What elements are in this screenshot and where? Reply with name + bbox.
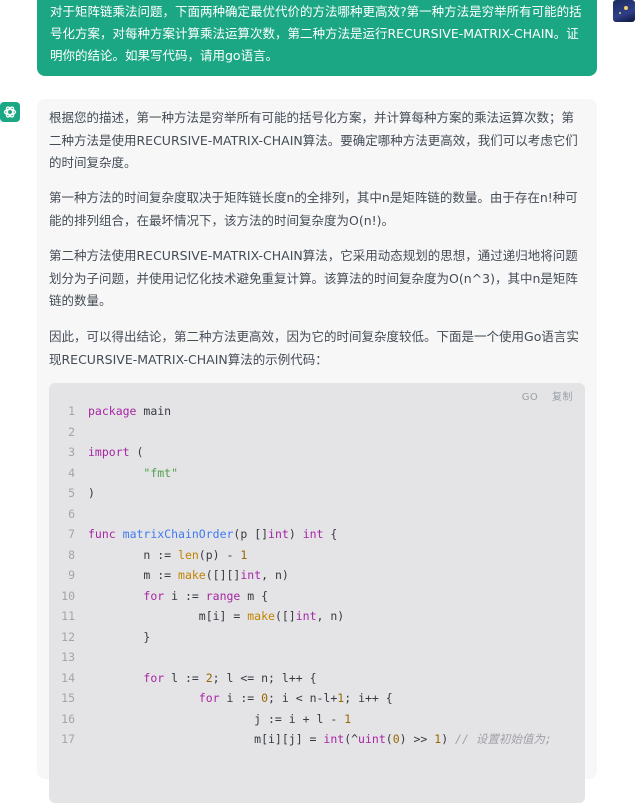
code-text: import (: [88, 445, 144, 459]
code-line: 8 n := len(p) - 1: [49, 545, 585, 566]
code-text: m[i] = make([]int, n): [88, 609, 345, 623]
code-text: func matrixChainOrder(p []int) int {: [88, 527, 338, 541]
line-number: 14: [61, 670, 75, 685]
chatgpt-logo-icon: [0, 102, 20, 122]
code-text: package main: [88, 404, 172, 418]
code-line: 16 j := i + l - 1: [49, 709, 585, 730]
user-message-bubble: 对于矩阵链乘法问题，下面两种确定最优代价的方法哪种更高效?第一种方法是穷举所有可…: [37, 0, 597, 76]
line-number: 1: [68, 404, 75, 418]
code-text: for i := 0; i < n-l+1; i++ {: [198, 691, 393, 705]
code-line: 13: [49, 647, 585, 668]
line-number: 15: [61, 691, 75, 705]
code-text: "fmt": [143, 465, 179, 480]
line-number: 10: [61, 588, 75, 603]
code-line: 12 }: [49, 627, 585, 648]
line-number: 9: [68, 568, 75, 582]
code-line: 1 package main: [49, 401, 585, 422]
code-line: 17 m[i][j] = int(^uint(0) >> 1) // 设置初始值…: [49, 729, 585, 750]
line-number: 7: [68, 527, 75, 541]
code-line: 2: [49, 422, 585, 443]
answer-paragraph-1: 根据您的描述，第一种方法是穷举所有可能的括号化方案，并计算每种方案的乘法运算次数…: [49, 110, 578, 170]
code-text: }: [88, 629, 151, 644]
line-number: 12: [61, 629, 75, 644]
code-text: for l := 2; l <= n; l++ {: [143, 670, 317, 685]
code-line: 5): [49, 483, 585, 504]
user-avatar[interactable]: [613, 0, 635, 22]
line-number: 17: [61, 732, 75, 746]
line-number: 6: [68, 506, 75, 521]
line-number: 8: [68, 547, 75, 562]
code-line: 15 for i := 0; i < n-l+1; i++ {: [49, 688, 585, 709]
code-line: 9 m := make([][]int, n): [49, 565, 585, 586]
code-text: m := make([][]int, n): [88, 568, 289, 582]
answer-paragraph-2: 第一种方法的时间复杂度取决于矩阵链长度n的全排列，其中n是矩阵链的数量。由于存在…: [49, 190, 578, 228]
line-number: 16: [61, 711, 75, 726]
line-number: 2: [68, 424, 75, 439]
code-line: 10 for i := range m {: [49, 586, 585, 607]
user-message-text: 对于矩阵链乘法问题，下面两种确定最优代价的方法哪种更高效?第一种方法是穷举所有可…: [50, 4, 582, 63]
code-text: n := len(p) - 1: [88, 547, 248, 562]
code-line: 11 m[i] = make([]int, n): [49, 606, 585, 627]
code-text: ): [88, 486, 95, 500]
code-text: m[i][j] = int(^uint(0) >> 1) // 设置初始值为;: [88, 732, 552, 746]
line-number: 13: [61, 650, 75, 664]
code-line: 14 for l := 2; l <= n; l++ {: [49, 668, 585, 689]
code-block: GO 复制 1 package main 2 3 import (4 "fmt" 5) 6 7…: [49, 383, 585, 803]
answer-paragraph-3: 第二种方法使用RECURSIVE-MATRIX-CHAIN算法，它采用动态规划的…: [49, 248, 578, 308]
code-line: 4 "fmt": [49, 463, 585, 484]
code-line: 7 func matrixChainOrder(p []int) int {: [49, 524, 585, 545]
line-number: 3: [68, 445, 75, 459]
assistant-message: 根据您的描述，第一种方法是穷举所有可能的括号化方案，并计算每种方案的乘法运算次数…: [37, 99, 597, 803]
line-number: 4: [68, 465, 75, 480]
line-number: 11: [61, 609, 75, 623]
answer-paragraph-4: 因此，可以得出结论，第二种方法更高效，因为它的时间复杂度较低。下面是一个使用Go…: [49, 329, 579, 367]
code-text: for i := range m {: [143, 588, 269, 603]
line-number: 5: [68, 486, 75, 500]
code-text: j := i + l - 1: [88, 711, 352, 726]
code-line: 6: [49, 504, 585, 525]
code-line: 3 import (: [49, 442, 585, 463]
